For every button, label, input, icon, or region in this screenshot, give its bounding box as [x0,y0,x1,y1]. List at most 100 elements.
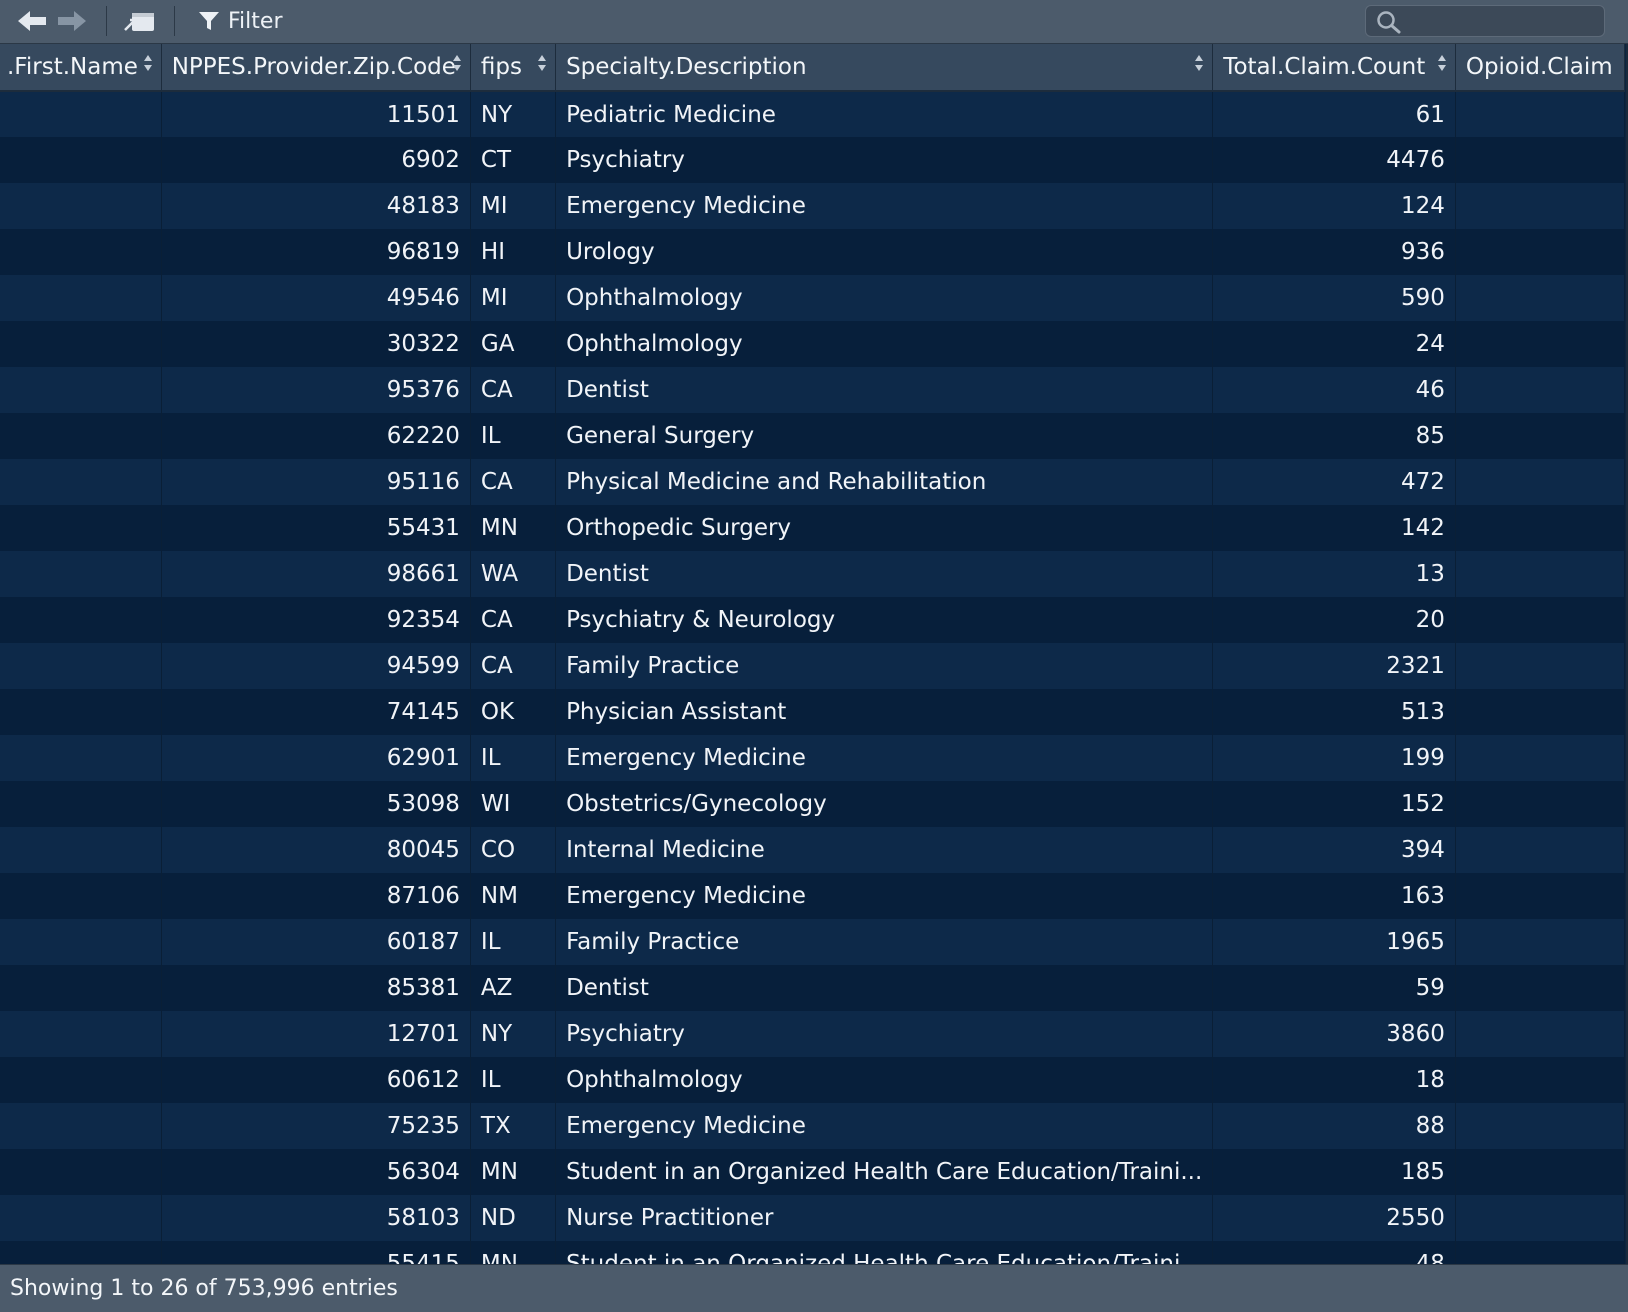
cell-total-claim-count: 61 [1212,91,1456,137]
table-row[interactable]: 75235 TX Emergency Medicine 88 [0,1103,1626,1149]
cell-specialty: Emergency Medicine [555,183,1214,229]
cell-specialty: Physical Medicine and Rehabilitation [555,459,1214,505]
table-row[interactable]: 92354 CA Psychiatry & Neurology 20 [0,597,1626,643]
cell-first-name [0,1195,162,1241]
cell-opioid-claim [1455,413,1626,459]
table-row[interactable]: 85381 AZ Dentist 59 [0,965,1626,1011]
cell-opioid-claim [1455,183,1626,229]
column-header-label: .First.Name [7,54,138,80]
column-header-total-claim-count[interactable]: Total.Claim.Count [1212,44,1456,92]
table-row[interactable]: 12701 NY Psychiatry 3860 [0,1011,1626,1057]
cell-first-name [0,965,162,1011]
table-row[interactable]: 55415 MN Student in an Organized Health Ca… [0,1241,1626,1264]
cell-total-claim-count: 18 [1212,1057,1456,1103]
cell-total-claim-count: 85 [1212,413,1456,459]
cell-zip-code: 48183 [161,183,471,229]
cell-specialty: Emergency Medicine [555,1103,1214,1149]
cell-opioid-claim [1455,781,1626,827]
cell-zip-code: 62901 [161,735,471,781]
table-row[interactable]: 87106 NM Emergency Medicine 163 [0,873,1626,919]
toolbar: Filter [0,0,1628,44]
cell-specialty: Student in an Organized Health Care Educ… [555,1241,1214,1264]
popout-window-icon[interactable] [122,8,156,34]
cell-opioid-claim [1455,919,1626,965]
cell-total-claim-count: 936 [1212,229,1456,275]
cell-zip-code: 95116 [161,459,471,505]
cell-specialty: Nurse Practitioner [555,1195,1214,1241]
table-row[interactable]: 30322 GA Ophthalmology 24 [0,321,1626,367]
cell-first-name [0,1011,162,1057]
cell-zip-code: 30322 [161,321,471,367]
cell-specialty: Emergency Medicine [555,735,1214,781]
table-row[interactable]: 58103 ND Nurse Practitioner 2550 [0,1195,1626,1241]
cell-zip-code: 6902 [161,137,471,183]
table-row[interactable]: 80045 CO Internal Medicine 394 [0,827,1626,873]
column-header-label: NPPES.Provider.Zip.Code [171,54,456,80]
cell-total-claim-count: 88 [1212,1103,1456,1149]
table-row[interactable]: 53098 WI Obstetrics/Gynecology 152 [0,781,1626,827]
table-row[interactable]: 48183 MI Emergency Medicine 124 [0,183,1626,229]
table-row[interactable]: 94599 CA Family Practice 2321 [0,643,1626,689]
cell-fips: MI [470,183,557,229]
table-row[interactable]: 55431 MN Orthopedic Surgery 142 [0,505,1626,551]
cell-total-claim-count: 199 [1212,735,1456,781]
cell-total-claim-count: 394 [1212,827,1456,873]
filter-button[interactable]: Filter [198,6,282,36]
column-header-label: fips [480,54,522,80]
cell-first-name [0,919,162,965]
table-row[interactable]: 74145 OK Physician Assistant 513 [0,689,1626,735]
sort-arrows-icon[interactable] [1437,52,1447,74]
search-input[interactable] [1406,8,1600,36]
cell-first-name [0,1103,162,1149]
cell-opioid-claim [1455,1241,1626,1264]
table-row[interactable]: 98661 WA Dentist 13 [0,551,1626,597]
cell-first-name [0,321,162,367]
cell-first-name [0,367,162,413]
column-header-label: Total.Claim.Count [1223,54,1426,80]
column-header-specialty[interactable]: Specialty.Description [555,44,1214,92]
sort-arrows-icon[interactable] [143,52,153,74]
cell-fips: WI [470,781,557,827]
sort-arrows-icon[interactable] [452,52,462,74]
cell-total-claim-count: 48 [1212,1241,1456,1264]
column-header-first-name[interactable]: .First.Name [0,44,162,92]
cell-first-name [0,275,162,321]
cell-first-name [0,505,162,551]
cell-total-claim-count: 2321 [1212,643,1456,689]
cell-zip-code: 75235 [161,1103,471,1149]
table-row[interactable]: 6902 CT Psychiatry 4476 [0,137,1626,183]
table-row[interactable]: 96819 HI Urology 936 [0,229,1626,275]
cell-fips: MN [470,1149,557,1195]
cell-fips: IL [470,735,557,781]
sort-arrows-icon[interactable] [537,52,547,74]
cell-total-claim-count: 590 [1212,275,1456,321]
cell-opioid-claim [1455,91,1626,137]
search-box[interactable] [1365,5,1605,37]
table-row[interactable]: 62901 IL Emergency Medicine 199 [0,735,1626,781]
column-header-opioid-claim[interactable]: Opioid.Claim [1455,44,1626,92]
cell-zip-code: 96819 [161,229,471,275]
arrow-right-icon[interactable] [56,8,88,34]
table-row[interactable]: 95376 CA Dentist 46 [0,367,1626,413]
cell-opioid-claim [1455,643,1626,689]
table-row[interactable]: 11501 NY Pediatric Medicine 61 [0,91,1626,137]
table-row[interactable]: 56304 MN Student in an Organized Health Ca… [0,1149,1626,1195]
table-row[interactable]: 95116 CA Physical Medicine and Rehabilitat… [0,459,1626,505]
table-row[interactable]: 60187 IL Family Practice 1965 [0,919,1626,965]
table-row[interactable]: 49546 MI Ophthalmology 590 [0,275,1626,321]
column-header-fips[interactable]: fips [470,44,557,92]
cell-opioid-claim [1455,1057,1626,1103]
cell-specialty: Family Practice [555,643,1214,689]
cell-fips: AZ [470,965,557,1011]
cell-zip-code: 94599 [161,643,471,689]
arrow-left-icon[interactable] [16,8,48,34]
sort-arrows-icon[interactable] [1194,52,1204,74]
cell-specialty: Ophthalmology [555,321,1214,367]
cell-total-claim-count: 513 [1212,689,1456,735]
cell-first-name [0,873,162,919]
column-header-zip-code[interactable]: NPPES.Provider.Zip.Code [161,44,471,92]
table-row[interactable]: 62220 IL General Surgery 85 [0,413,1626,459]
data-table-container: .First.Name NPPES.Provider.Zip.Code fips… [0,44,1628,1264]
table-row[interactable]: 60612 IL Ophthalmology 18 [0,1057,1626,1103]
cell-specialty: Dentist [555,965,1214,1011]
